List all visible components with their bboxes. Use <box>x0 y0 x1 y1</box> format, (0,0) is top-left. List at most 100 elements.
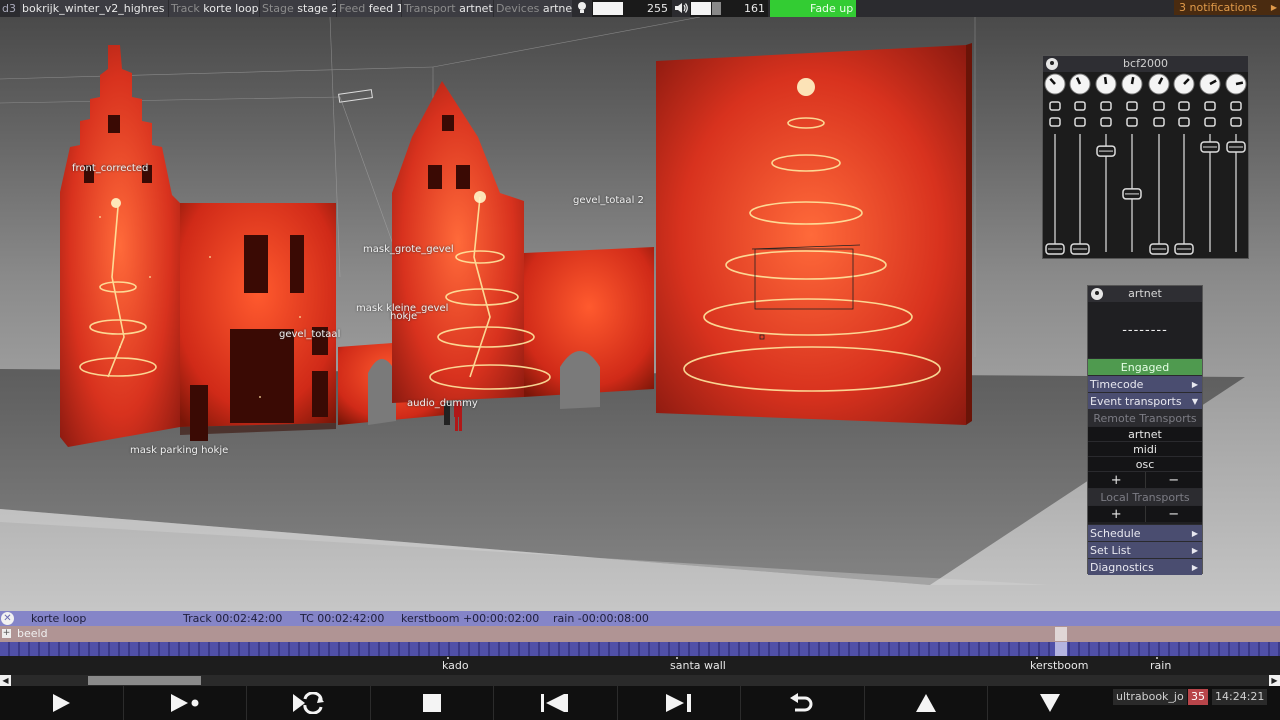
section-rain[interactable]: rain <box>1150 659 1171 672</box>
bcf-button[interactable] <box>1178 101 1190 111</box>
bcf-button[interactable] <box>1204 101 1216 111</box>
bcf-button[interactable] <box>1204 117 1216 127</box>
section-kado[interactable]: kado <box>442 659 469 672</box>
section-santa-wall[interactable]: santa wall <box>670 659 726 672</box>
remove-local-transport-button[interactable]: − <box>1144 506 1202 522</box>
artnet-panel[interactable]: artnet -------- Engaged Timecode ▶ Event… <box>1087 285 1203 575</box>
bcf-button[interactable] <box>1049 117 1061 127</box>
add-local-transport-button[interactable]: + <box>1088 506 1145 522</box>
layer-row[interactable]: + beeld <box>0 626 1280 642</box>
projector-icon <box>338 89 373 103</box>
pin-icon[interactable] <box>1091 288 1103 300</box>
remote-transport-item[interactable]: osc <box>1088 456 1202 471</box>
bcf-button[interactable] <box>1126 117 1138 127</box>
middle-gable <box>392 81 524 403</box>
section-kerstboom[interactable]: kerstboom <box>1030 659 1088 672</box>
track-label: Track <box>171 2 200 15</box>
playhead-marker[interactable] <box>1055 627 1067 641</box>
bcf-button[interactable] <box>1126 101 1138 111</box>
transport-selector[interactable]: Transport artnet <box>402 0 493 17</box>
schedule-menu[interactable]: Schedule ▶ <box>1088 524 1202 541</box>
bcf-button[interactable] <box>1100 101 1112 111</box>
bcf-button[interactable] <box>1230 101 1242 111</box>
bcf2000-controls[interactable] <box>1043 72 1250 258</box>
expand-icon[interactable]: + <box>2 629 11 638</box>
scroll-left-icon[interactable]: ◀ <box>0 675 11 686</box>
event-transports-menu[interactable]: Event transports ▼ <box>1088 392 1202 409</box>
timeline-beats[interactable] <box>0 642 1280 656</box>
track-time: Track 00:02:42:00 <box>183 612 283 625</box>
notifications-button[interactable]: 3 notifications ▶ <box>1174 0 1280 15</box>
knob-indicator[interactable] <box>1130 76 1135 85</box>
play-button[interactable] <box>0 686 124 720</box>
pin-icon[interactable] <box>1046 58 1058 70</box>
track-bar[interactable]: ✕ korte loop Track 00:02:42:00 TC 00:02:… <box>0 611 1280 626</box>
bcf2000-panel[interactable]: bcf2000 <box>1042 55 1249 259</box>
scrollbar-thumb[interactable] <box>88 676 201 685</box>
knob-indicator[interactable] <box>1235 81 1244 86</box>
bcf-button[interactable] <box>1178 117 1190 127</box>
previous-section-icon <box>541 694 569 712</box>
left-house <box>60 45 336 447</box>
bcf-button[interactable] <box>1153 101 1165 111</box>
next-section-button[interactable] <box>618 686 741 720</box>
section-bar[interactable]: kado santa wall kerstboom rain <box>0 656 1280 675</box>
event-transports-label: Event transports <box>1090 395 1182 408</box>
bcf-button[interactable] <box>1153 117 1165 127</box>
label-front-corrected[interactable]: front_corrected <box>72 163 148 174</box>
bcf-button[interactable] <box>1100 117 1112 127</box>
chevron-down-icon: ▼ <box>1191 397 1198 406</box>
loop-section-button[interactable] <box>247 686 371 720</box>
set-list-label: Set List <box>1090 544 1131 557</box>
label-gevel-totaal-2[interactable]: gevel_totaal 2 <box>573 195 644 206</box>
label-audio-dummy[interactable]: audio_dummy <box>407 398 478 409</box>
timeline-scrollbar[interactable]: ◀ ▶ <box>0 675 1280 686</box>
local-transports-header: Local Transports <box>1088 488 1202 505</box>
chevron-right-icon: ▶ <box>1191 563 1198 572</box>
feed-selector[interactable]: Feed feed 1 <box>337 0 401 17</box>
project-name[interactable]: bokrijk_winter_v2_highres <box>20 0 168 17</box>
devices-selector[interactable]: Devices artnet <box>494 0 572 17</box>
d3-logo[interactable]: d3 <box>2 0 20 17</box>
bcf2000-panel-header[interactable]: bcf2000 <box>1043 56 1248 72</box>
knob-indicator[interactable] <box>1103 76 1108 85</box>
bcf-button[interactable] <box>1074 101 1086 111</box>
brightness-slider[interactable]: 255 <box>592 0 672 17</box>
label-gevel-totaal[interactable]: gevel_totaal <box>279 329 340 340</box>
volume-slider[interactable]: 161 <box>690 0 768 17</box>
track-value: korte loop <box>203 2 259 15</box>
scroll-right-icon[interactable]: ▶ <box>1269 675 1280 686</box>
bcf-button[interactable] <box>1074 117 1086 127</box>
bcf-button[interactable] <box>1230 117 1242 127</box>
label-mask-parking-hokje[interactable]: mask parking hokje <box>130 445 228 456</box>
stage-selector[interactable]: Stage stage 2 <box>260 0 336 17</box>
label-hokje[interactable]: hokje <box>390 311 417 322</box>
return-to-start-button[interactable] <box>741 686 865 720</box>
artnet-panel-header[interactable]: artnet <box>1088 286 1202 302</box>
remote-transport-item[interactable]: midi <box>1088 441 1202 456</box>
chevron-right-icon: ▶ <box>1191 529 1198 538</box>
up-button[interactable] <box>865 686 988 720</box>
track-selector[interactable]: Track korte loop <box>169 0 259 17</box>
brightness-fill <box>593 2 623 15</box>
diagnostics-menu[interactable]: Diagnostics ▶ <box>1088 558 1202 575</box>
close-icon[interactable]: ✕ <box>1 612 14 625</box>
bcf-button[interactable] <box>1049 101 1061 111</box>
play-to-end-of-section-button[interactable] <box>124 686 247 720</box>
down-button[interactable] <box>988 686 1112 720</box>
top-bar: d3 bokrijk_winter_v2_highres Track korte… <box>0 0 1280 17</box>
diagnostics-label: Diagnostics <box>1090 561 1154 574</box>
previous-section-button[interactable] <box>494 686 618 720</box>
volume-icon <box>673 0 689 17</box>
engaged-toggle[interactable]: Engaged <box>1088 358 1202 375</box>
add-remote-transport-button[interactable]: + <box>1088 472 1145 488</box>
fade-up-button[interactable]: Fade up <box>770 0 856 17</box>
remove-remote-transport-button[interactable]: − <box>1144 472 1202 488</box>
label-mask-grote-gevel[interactable]: mask_grote_gevel <box>363 244 454 255</box>
playhead-marker[interactable] <box>1055 642 1067 656</box>
stop-button[interactable] <box>371 686 494 720</box>
remote-transport-item[interactable]: artnet <box>1088 426 1202 441</box>
timecode-menu[interactable]: Timecode ▶ <box>1088 375 1202 392</box>
set-list-menu[interactable]: Set List ▶ <box>1088 541 1202 558</box>
chevron-right-icon: ▶ <box>1191 546 1198 555</box>
